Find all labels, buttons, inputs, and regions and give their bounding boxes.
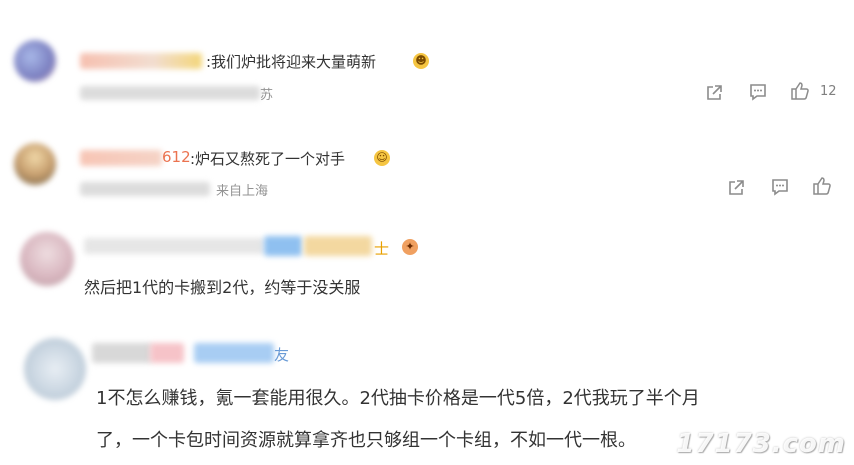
avatar[interactable] [14, 143, 56, 185]
avatar[interactable] [24, 338, 86, 400]
comment-meta: 苏 [260, 88, 274, 103]
avatar[interactable] [14, 40, 56, 82]
share-icon[interactable] [704, 83, 724, 103]
username-blurred[interactable] [84, 238, 264, 254]
username-blurred[interactable] [80, 150, 162, 166]
badge-blurred [194, 343, 274, 363]
comment-text: :炉石又熬死了一个对手 [190, 150, 346, 168]
username-blurred[interactable] [92, 343, 152, 363]
meta-blurred [80, 182, 210, 196]
username[interactable]: 友 [274, 344, 289, 365]
comment-icon[interactable] [770, 177, 790, 197]
like-icon[interactable] [812, 176, 832, 196]
comment-text: 然后把1代的卡搬到2代，约等于没关服 [84, 278, 361, 297]
avatar[interactable] [20, 232, 74, 286]
share-icon[interactable] [726, 178, 746, 198]
watermark: 17173.com [676, 429, 846, 459]
comment-meta: 来自上海 [216, 184, 269, 199]
username-blurred[interactable] [150, 343, 184, 363]
badge-blurred [264, 236, 302, 256]
comment-text-line-2: 了，一个卡包时间资源就算拿齐也只够组一个卡组，不如一代一根。 [96, 430, 636, 451]
comment-text: :我们炉批将迎来大量萌新 [206, 53, 377, 71]
comment-text-line-1: 1不怎么赚钱，氪一套能用很久。2代抽卡价格是一代5倍，2代我玩了半个月 [96, 388, 700, 409]
game-icon: ✦ [402, 239, 418, 255]
emoji-icon: ☺ [374, 150, 390, 166]
username[interactable]: 士 [374, 238, 389, 259]
comment-icon[interactable] [748, 82, 768, 102]
username[interactable]: 612 [162, 148, 191, 166]
emoji-icon: ☻ [413, 53, 429, 69]
like-count: 12 [820, 84, 837, 99]
badge-blurred [304, 236, 372, 256]
like-icon[interactable] [790, 81, 810, 101]
meta-blurred [80, 86, 260, 100]
username-blurred[interactable] [80, 53, 202, 69]
